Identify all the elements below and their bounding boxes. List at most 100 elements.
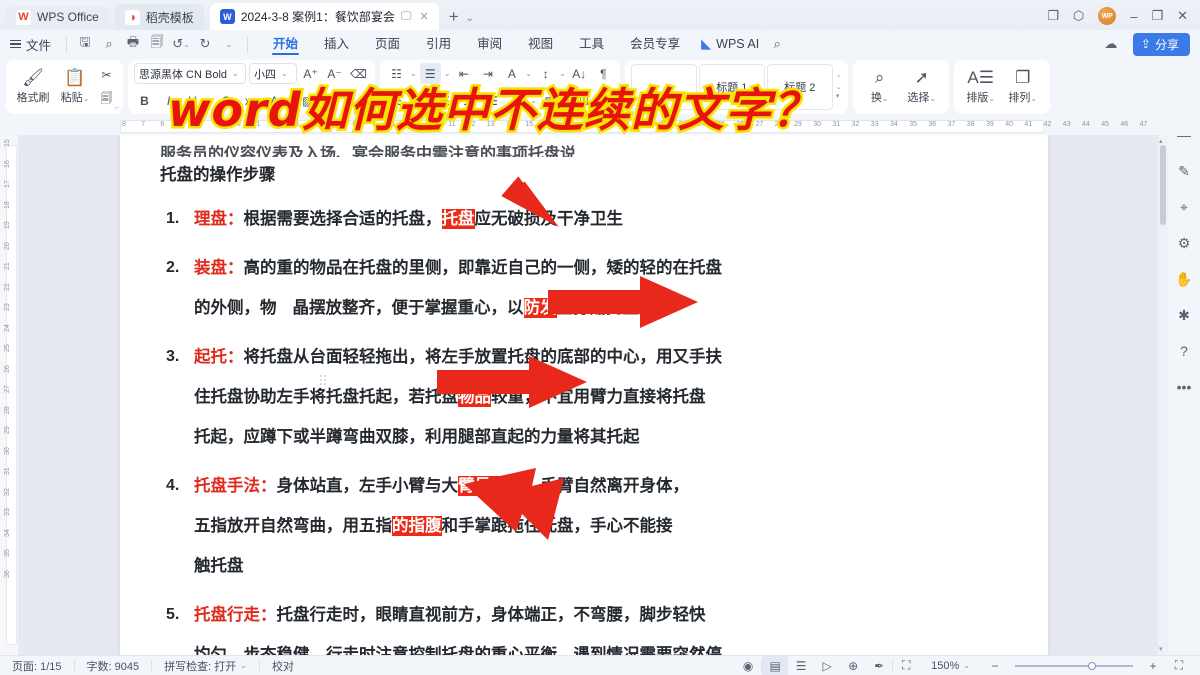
typeset-button[interactable]: A☰ 排版⌄	[960, 61, 1002, 113]
wps-ai-label: WPS AI	[716, 37, 760, 51]
vertical-ruler[interactable]: 15 16 17 18 19 20 21 22 23 24 25 26 27 28 29 30 31 32 33 34…	[0, 135, 18, 655]
vertical-ruler-tick: 16	[4, 159, 11, 168]
step-term: 装盘：	[194, 259, 244, 277]
word-count[interactable]: 字数: 9045	[75, 658, 152, 674]
selected-text-highlight: 的指腹	[392, 516, 442, 536]
outline-view-icon[interactable]: ☰	[788, 656, 814, 675]
more-icon[interactable]: •••	[1173, 376, 1195, 398]
redo-icon[interactable]: ↻	[193, 33, 217, 55]
tab-page[interactable]: 页面	[362, 30, 413, 58]
share-button[interactable]: ⇪ 分享	[1132, 32, 1190, 56]
tab-start[interactable]: 开始	[260, 30, 311, 58]
step-number: 4.	[166, 477, 180, 494]
scissors-icon[interactable]: ✂	[96, 65, 117, 86]
proofread-button[interactable]: 校对	[260, 658, 306, 674]
chevron-up-icon[interactable]: ⌃	[836, 74, 842, 82]
customize-caret-icon[interactable]: ⌄	[217, 33, 241, 55]
new-tab-button[interactable]: +	[449, 7, 459, 27]
tab-member-exclusive[interactable]: 会员专享	[617, 30, 693, 58]
vertical-ruler-tick: 21	[4, 262, 11, 270]
wps-ai-button[interactable]: ◣ WPS AI	[701, 36, 759, 52]
zoom-out-button[interactable]: −	[982, 656, 1008, 675]
vertical-ruler-tick: 31	[4, 467, 11, 475]
expand-gallery-icon[interactable]: ▾	[836, 92, 842, 100]
bold-button[interactable]: B	[134, 90, 155, 111]
tab-reference[interactable]: 引用	[413, 30, 464, 58]
window-restore-icon[interactable]: ❐	[1047, 8, 1059, 24]
zoom-in-button[interactable]: +	[1140, 656, 1166, 675]
spellcheck-label: 拼写检查: 打开	[164, 660, 237, 673]
paragraph-drag-handle[interactable]	[320, 375, 329, 386]
collapse-icon[interactable]: —	[1173, 124, 1195, 146]
page-indicator[interactable]: 页面: 1/15	[0, 658, 74, 674]
chevron-down-icon[interactable]: ⌄	[240, 661, 247, 670]
tab-document[interactable]: W 2024-3-8 案例1：餐饮部宴会 🖵 ✕	[209, 3, 439, 30]
format-painter-button[interactable]: 🖌 格式刷	[12, 61, 54, 113]
scroll-up-icon[interactable]: ▴	[1159, 137, 1163, 145]
zoom-slider[interactable]	[1015, 660, 1133, 672]
zoom-slider-knob[interactable]	[1088, 661, 1097, 670]
ruler-tick: 36	[928, 121, 937, 128]
print-icon[interactable]: 🖶	[121, 33, 145, 55]
status-bar: 页面: 1/15 字数: 9045 拼写检查: 打开 ⌄ 校对 ◉ ▤ ☰ ▷ …	[0, 655, 1200, 675]
search-doc-icon[interactable]: ⌕	[97, 33, 121, 55]
globe-icon[interactable]: ⬡	[1073, 8, 1084, 24]
ruler-tick: 33	[870, 121, 879, 128]
step-item[interactable]: 5. 托盘行走：托盘行走时，眼睛直视前方，身体端正，不弯腰，脚步轻快 均匀，步态稳健…	[160, 595, 950, 655]
tab-view[interactable]: 视图	[515, 30, 566, 58]
avatar[interactable]: WP	[1098, 7, 1117, 25]
web-view-icon[interactable]: ⊕	[840, 656, 866, 675]
divider	[247, 36, 249, 52]
minimize-button[interactable]: –	[1130, 9, 1137, 24]
paste-button[interactable]: 📋 粘贴⌄	[54, 61, 96, 113]
eye-icon[interactable]: ◉	[735, 656, 761, 675]
tab-review[interactable]: 审阅	[464, 30, 515, 58]
style-gallery-scroll[interactable]: ⌃ ⌄ ▾	[836, 74, 842, 100]
clipboard-group: 🖌 格式刷 📋 粘贴⌄ ✂ 🗐 ⌐	[6, 60, 123, 114]
puzzle-icon[interactable]: ✱	[1173, 304, 1195, 326]
help-icon[interactable]: ?	[1173, 340, 1195, 362]
title-bar: W WPS Office ◑ 稻壳模板 W 2024-3-8 案例1：餐饮部宴会…	[0, 0, 1200, 30]
tab-insert[interactable]: 插入	[311, 30, 362, 58]
wps-ai-icon: ◣	[701, 36, 712, 51]
cloud-sync-icon[interactable]: ☁	[1099, 33, 1123, 55]
zoom-level[interactable]: 150% ⌄	[919, 660, 982, 672]
arrow-1	[453, 158, 559, 228]
cursor-select-icon[interactable]: ⌖	[1173, 196, 1195, 218]
right-tool-rail: — ✎ ⌖ ⚙ ✋ ✱? •••	[1168, 118, 1200, 658]
reading-view-icon[interactable]: ▷	[814, 656, 840, 675]
copy-icon[interactable]: 🗐	[96, 89, 117, 110]
spellcheck-status[interactable]: 拼写检查: 打开 ⌄	[152, 658, 259, 674]
dockee-icon: ◑	[124, 9, 140, 25]
clipboard-dialog-launcher[interactable]: ⌐	[115, 105, 119, 112]
select-button[interactable]: ➚ 选择⌄	[901, 61, 943, 113]
document-scrollbar[interactable]: ▴ ▾	[1158, 135, 1168, 655]
scrollbar-thumb[interactable]	[1160, 145, 1166, 225]
save-icon[interactable]: 🖫	[73, 33, 97, 55]
page-layout-view-icon[interactable]: ▤	[762, 655, 789, 675]
tab-tools[interactable]: 工具	[566, 30, 617, 58]
undo-icon[interactable]: ↺ ⌄	[169, 33, 193, 55]
arrange-button[interactable]: ❐ 排列⌄	[1002, 61, 1044, 113]
chevron-down-icon[interactable]: ⌄	[963, 661, 970, 670]
maximize-button[interactable]: ❐	[1151, 8, 1163, 24]
hand-icon[interactable]: ✋	[1173, 268, 1195, 290]
search-icon[interactable]: ⌕	[765, 33, 789, 55]
focus-view-icon[interactable]: ⛶	[893, 656, 919, 675]
chevron-down-icon[interactable]: ⌄	[836, 83, 842, 91]
tab-dockee-template[interactable]: ◑ 稻壳模板	[114, 4, 204, 30]
highlight-pen-icon[interactable]: ✒	[866, 656, 892, 675]
chevron-down-icon[interactable]: ⌄	[466, 13, 474, 24]
vertical-ruler-tick: 19	[4, 221, 11, 229]
settings-sliders-icon[interactable]: ⚙	[1173, 232, 1195, 254]
close-icon[interactable]: ✕	[419, 10, 428, 23]
step-number: 5.	[166, 606, 180, 623]
print-preview-icon[interactable]: 🗐	[145, 33, 169, 55]
pen-icon[interactable]: ✎	[1173, 160, 1195, 182]
file-menu-button[interactable]: 文件	[0, 35, 60, 54]
scroll-down-icon[interactable]: ▾	[1159, 645, 1163, 653]
fullscreen-icon[interactable]: ⛶	[1166, 656, 1192, 675]
close-button[interactable]: ✕	[1177, 8, 1188, 24]
find-replace-button[interactable]: ⌕ 换⌄	[859, 61, 901, 113]
tab-wps-office[interactable]: W WPS Office	[6, 6, 109, 28]
